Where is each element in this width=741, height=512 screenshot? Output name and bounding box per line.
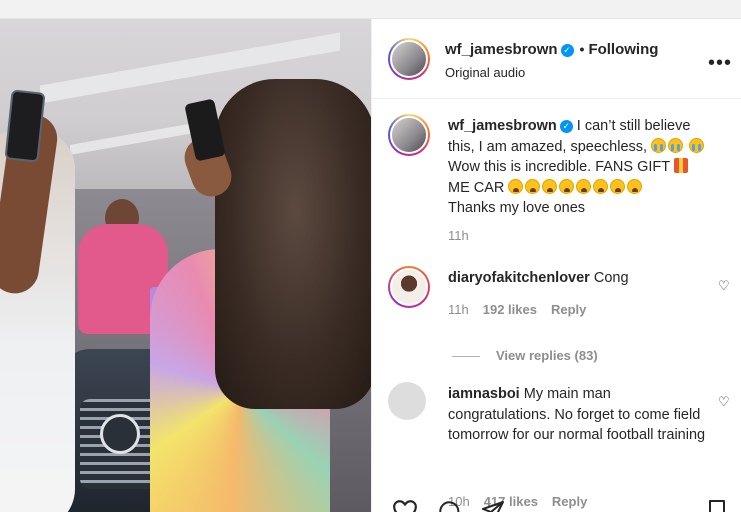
caption-author-avatar[interactable]	[388, 114, 430, 156]
separator-dot: •	[579, 41, 585, 57]
comment-meta: 11h 192 likes Reply	[448, 302, 600, 317]
anguished-face-emoji-icon	[525, 178, 541, 194]
anguished-face-emoji-icon	[610, 178, 626, 194]
gift-emoji-icon	[673, 158, 688, 173]
caption-text: wf_jamesbrown ✓ I can’t still believe this…	[448, 116, 710, 219]
caption-text-part: Thanks my love ones	[448, 200, 586, 216]
heart-icon[interactable]	[392, 499, 418, 512]
caption-timestamp[interactable]: 11h	[448, 228, 469, 243]
comment-icon[interactable]	[436, 499, 462, 512]
comment-body: Cong	[593, 270, 629, 286]
replies-divider-line	[452, 356, 480, 358]
media-car-logo	[100, 414, 140, 454]
share-icon[interactable]	[480, 499, 506, 512]
like-comment-heart-icon[interactable]: ♡	[718, 394, 730, 410]
post-media-video[interactable]	[0, 19, 371, 512]
anguished-face-emoji-icon	[559, 178, 575, 194]
reply-button[interactable]: Reply	[551, 302, 586, 317]
view-replies-label: View replies (83)	[496, 348, 598, 363]
crying-face-emoji-icon	[689, 137, 705, 153]
anguished-face-emoji-icon	[508, 178, 524, 194]
post-header: wf_jamesbrown ✓ • Following Original audio …	[372, 19, 741, 99]
comment-text: iamnasboi My main man congratulations. N…	[448, 384, 710, 446]
post-action-bar	[372, 499, 741, 512]
save-icon[interactable]	[706, 499, 728, 512]
following-button[interactable]: Following	[588, 41, 658, 58]
browser-top-strip	[0, 0, 741, 19]
view-replies-button[interactable]: View replies (83)	[452, 348, 598, 363]
caption-author-username[interactable]: wf_jamesbrown	[448, 118, 557, 134]
anguished-face-emoji-icon	[593, 178, 609, 194]
author-avatar[interactable]	[388, 38, 430, 80]
verified-badge-icon: ✓	[560, 44, 574, 57]
crying-face-emoji-icon	[651, 137, 667, 153]
anguished-face-emoji-icon	[542, 178, 558, 194]
author-username[interactable]: wf_jamesbrown	[445, 41, 558, 58]
audio-link[interactable]: Original audio	[445, 65, 525, 80]
author-line: wf_jamesbrown ✓ • Following	[445, 41, 658, 58]
media-phone	[4, 89, 46, 163]
comment-likes[interactable]: 192 likes	[483, 302, 537, 317]
commenter-avatar[interactable]	[388, 266, 430, 308]
verified-badge-icon: ✓	[559, 120, 573, 133]
comment-timestamp[interactable]: 11h	[448, 302, 469, 317]
post-side-panel: wf_jamesbrown ✓ • Following Original audio …	[371, 19, 741, 512]
more-options-icon[interactable]: •••	[708, 52, 732, 75]
commenter-avatar[interactable]	[388, 382, 426, 420]
media-person-hair	[215, 79, 371, 409]
comment-text: diaryofakitchenlover Cong	[448, 268, 710, 289]
caption-text-part: ME CAR	[448, 179, 505, 196]
commenter-username[interactable]: iamnasboi	[448, 386, 520, 402]
anguished-face-emoji-icon	[627, 178, 643, 194]
like-comment-heart-icon[interactable]: ♡	[718, 278, 730, 294]
caption-text-part: Wow this is incredible. FANS GIFT	[448, 159, 670, 175]
anguished-face-emoji-icon	[576, 178, 592, 194]
commenter-username[interactable]: diaryofakitchenlover	[448, 270, 590, 286]
crying-face-emoji-icon	[668, 137, 684, 153]
caption-meta: 11h	[448, 228, 483, 243]
